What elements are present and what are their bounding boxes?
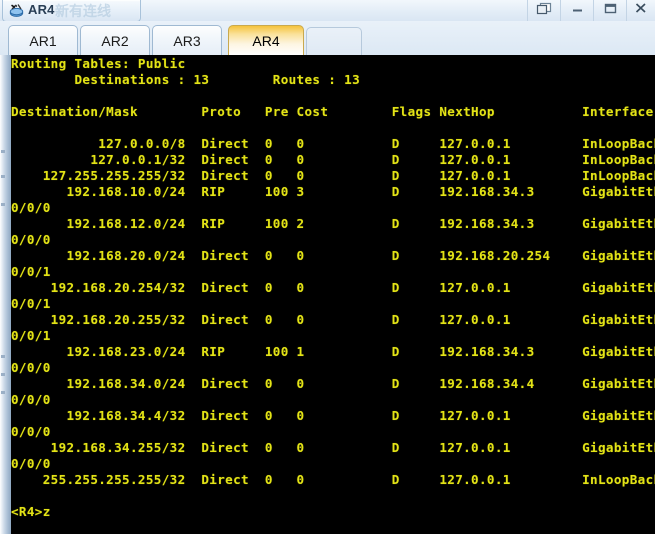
terminal-output-area[interactable]: Routing Tables: Public Destinations : 13…: [11, 55, 655, 534]
title-watermark: 新有连线: [55, 4, 111, 20]
tab-label: AR2: [101, 32, 129, 49]
close-button[interactable]: [626, 0, 655, 21]
router-cli-window: 新有连线 AR4 AR1 AR2 AR3 AR4 Routing Tables:…: [0, 0, 655, 534]
router-icon: [9, 3, 25, 18]
restore-icon: [535, 1, 553, 21]
window-title: AR4: [28, 2, 55, 17]
window-controls: [527, 0, 655, 21]
tab-ar1[interactable]: AR1: [8, 25, 78, 55]
tab-ar4[interactable]: AR4: [228, 25, 304, 55]
restore-button[interactable]: [527, 0, 560, 21]
minimize-button[interactable]: [560, 0, 593, 21]
maximize-button[interactable]: [593, 0, 626, 21]
tab-ar2[interactable]: AR2: [80, 25, 150, 55]
tab-label: AR4: [252, 32, 280, 49]
window-title-tab[interactable]: 新有连线 AR4: [2, 0, 141, 22]
tab-ar3[interactable]: AR3: [152, 25, 222, 55]
tab-label: AR1: [29, 32, 57, 49]
minimize-icon: [569, 1, 585, 20]
title-bar: 新有连线 AR4: [0, 0, 655, 22]
routing-table-text: Routing Tables: Public Destinations : 13…: [11, 56, 655, 519]
left-scroll-rail[interactable]: [0, 55, 11, 534]
device-tab-strip: AR1 AR2 AR3 AR4: [0, 21, 655, 55]
tab-label: AR3: [173, 32, 201, 49]
close-icon: [633, 1, 649, 20]
tab-overflow[interactable]: [306, 27, 362, 55]
maximize-icon: [602, 1, 618, 20]
